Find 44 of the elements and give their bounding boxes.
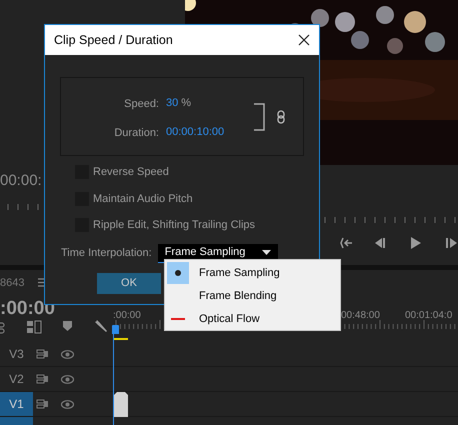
film-icon[interactable]: [36, 349, 49, 359]
caret-icon: [262, 250, 271, 255]
eye-icon[interactable]: [61, 400, 74, 408]
sequence-label: 8643: [0, 276, 24, 291]
play-icon[interactable]: [410, 236, 422, 250]
link-icon[interactable]: [277, 110, 285, 124]
line-icon: [171, 318, 185, 320]
marker-icon[interactable]: [63, 321, 72, 331]
step-back-icon[interactable]: [340, 237, 354, 249]
ruler-label: 00:01:04:0: [405, 309, 452, 323]
track-label[interactable]: V2: [0, 367, 33, 391]
menu-item[interactable]: Frame Blending: [199, 288, 277, 304]
checkbox-label: Reverse Speed: [93, 165, 169, 180]
film-icon[interactable]: [36, 399, 49, 409]
close-icon[interactable]: [298, 34, 310, 46]
ruler-label: 00:48:00: [341, 309, 380, 323]
speed-label: Speed:: [124, 97, 159, 112]
ruler-label: :00:00: [113, 309, 141, 323]
speed-value[interactable]: 30: [166, 95, 178, 112]
film-icon[interactable]: [36, 374, 49, 384]
interpolation-label: Time Interpolation:: [61, 246, 152, 261]
wrench-icon[interactable]: [94, 319, 108, 333]
checkbox-label: Maintain Audio Pitch: [93, 192, 193, 206]
insert-icon[interactable]: [26, 320, 42, 334]
duration-value[interactable]: 00:00:10:00: [166, 124, 224, 140]
window-title: Clip Speed / Duration: [54, 32, 173, 49]
duration-label: Duration:: [114, 126, 159, 141]
timecode: 00:00:: [0, 171, 42, 191]
eye-icon[interactable]: [61, 374, 74, 384]
bracket-icon: [253, 103, 266, 131]
previous-frame-icon[interactable]: [374, 237, 386, 249]
track-label[interactable]: V3: [0, 342, 33, 366]
eye-icon[interactable]: [61, 350, 74, 358]
clip[interactable]: [114, 392, 128, 417]
menu-item[interactable]: Optical Flow: [199, 310, 260, 328]
track-label[interactable]: V1: [0, 392, 33, 416]
unit-label: %: [181, 96, 192, 111]
menu-item[interactable]: Frame Sampling: [199, 264, 280, 282]
link-icon[interactable]: [0, 322, 6, 334]
playhead-handle[interactable]: [112, 325, 119, 334]
ok-button[interactable]: OK: [97, 272, 161, 294]
checkbox-label: Ripple Edit, Shifting Trailing Clips: [93, 218, 256, 233]
bullet-icon: [175, 270, 181, 276]
next-frame-icon[interactable]: [446, 237, 458, 249]
